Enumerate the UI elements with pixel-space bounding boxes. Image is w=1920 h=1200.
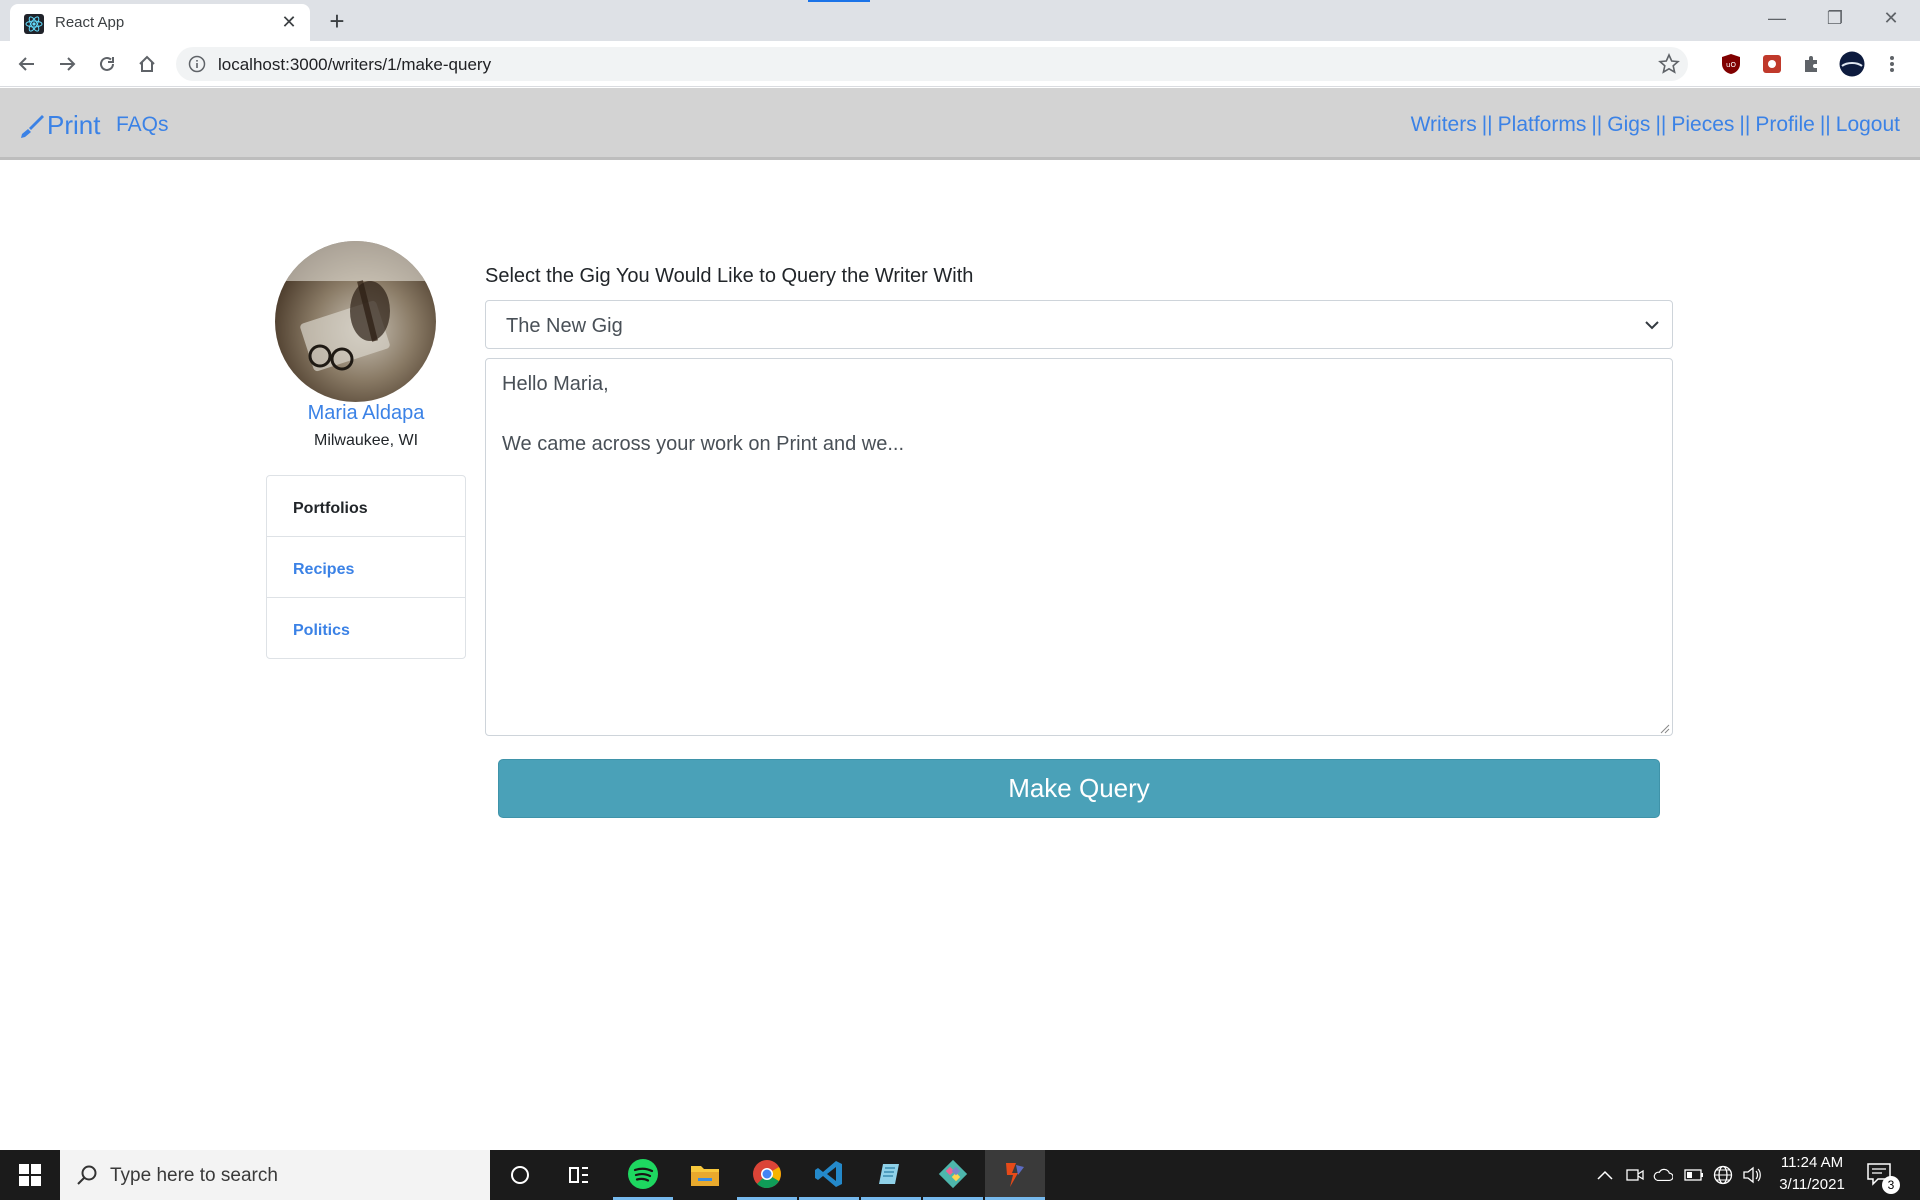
tab-close-icon[interactable]: ✕: [278, 11, 300, 33]
nav-gigs-link[interactable]: Gigs: [1607, 113, 1650, 136]
extensions-puzzle-icon[interactable]: [1799, 51, 1825, 77]
git-app-icon[interactable]: [923, 1150, 983, 1200]
nav-platforms-link[interactable]: Platforms: [1498, 113, 1587, 136]
nav-separator: ||: [1591, 113, 1603, 136]
chrome-icon[interactable]: [737, 1150, 797, 1200]
minimize-icon[interactable]: —: [1748, 0, 1806, 36]
vscode-icon[interactable]: [799, 1150, 859, 1200]
notification-count-badge: 3: [1882, 1176, 1900, 1194]
nav-separator: ||: [1655, 113, 1667, 136]
onedrive-cloud-icon[interactable]: [1653, 1165, 1673, 1185]
taskbar-search-placeholder: Type here to search: [110, 1165, 278, 1186]
portfolio-list-header: Portfolios: [267, 476, 465, 537]
show-hidden-icons-icon[interactable]: [1595, 1165, 1615, 1185]
portfolio-item-recipes[interactable]: Recipes: [267, 537, 465, 598]
terminal-app-icon[interactable]: [985, 1150, 1045, 1200]
browser-tab[interactable]: React App ✕: [10, 4, 310, 41]
nav-separator: ||: [1739, 113, 1751, 136]
portfolio-list: Portfolios Recipes Politics: [266, 475, 466, 659]
nav-separator: ||: [1819, 113, 1831, 136]
chrome-menu-icon[interactable]: [1879, 51, 1905, 77]
file-explorer-icon[interactable]: [675, 1150, 735, 1200]
taskbar-clock-time[interactable]: 11:24 AM: [1772, 1154, 1852, 1171]
task-view-icon[interactable]: [550, 1150, 610, 1200]
pen-icon: [21, 114, 44, 138]
writer-avatar: [275, 241, 436, 402]
restore-icon[interactable]: ❐: [1806, 0, 1864, 36]
browser-toolbar: localhost:3000/writers/1/make-query uO: [0, 41, 1920, 87]
nav-links: Writers || Platforms || Gigs || Pieces || Profil…: [1411, 113, 1900, 137]
windows-taskbar: Type here to search 11:24 AM 3/11/2021 3: [0, 1150, 1920, 1200]
url-text: localhost:3000/writers/1/make-query: [218, 55, 492, 74]
browser-tabstrip: React App ✕ + — ❐ ✕: [0, 0, 1920, 41]
writer-location: Milwaukee, WI: [313, 432, 419, 449]
site-info-icon[interactable]: [188, 55, 206, 73]
writer-name[interactable]: Maria Aldapa: [266, 402, 466, 425]
gig-select-label: Select the Gig You Would Like to Query t…: [485, 265, 974, 287]
reload-icon[interactable]: [91, 48, 123, 80]
resize-grip-icon[interactable]: [1658, 721, 1670, 734]
extension-red-icon[interactable]: [1759, 51, 1785, 77]
gig-select[interactable]: The New Gig: [485, 300, 1673, 349]
battery-icon[interactable]: [1684, 1165, 1704, 1185]
nav-writers-link[interactable]: Writers: [1411, 113, 1477, 136]
ublock-extension-icon[interactable]: uO: [1718, 51, 1744, 77]
query-message-line: We came across your work on Print and we…: [502, 433, 905, 455]
nav-logout-link[interactable]: Logout: [1836, 113, 1900, 136]
query-message-line: Hello Maria,: [502, 373, 609, 395]
tab-title: React App: [55, 14, 125, 31]
address-bar[interactable]: localhost:3000/writers/1/make-query: [176, 47, 1688, 81]
profile-avatar-icon[interactable]: [1839, 51, 1865, 77]
svg-text:uO: uO: [1726, 61, 1736, 69]
volume-icon[interactable]: [1742, 1165, 1762, 1185]
home-icon[interactable]: [131, 48, 163, 80]
taskbar-search-box[interactable]: Type here to search: [60, 1150, 490, 1200]
react-favicon-icon: [24, 14, 44, 34]
new-tab-icon[interactable]: +: [323, 8, 351, 36]
nav-faqs-link[interactable]: FAQs: [116, 113, 169, 137]
meet-now-icon[interactable]: [1625, 1165, 1645, 1185]
nav-pieces-link[interactable]: Pieces: [1671, 113, 1734, 136]
taskbar-clock-date[interactable]: 3/11/2021: [1772, 1176, 1852, 1193]
search-icon: [76, 1164, 98, 1186]
app-navbar: Print FAQs Writers || Platforms || Gigs || Pie…: [0, 88, 1920, 160]
brand-link[interactable]: Print: [18, 110, 100, 141]
gig-select-value: The New Gig: [506, 315, 623, 337]
query-message-textarea[interactable]: Hello Maria, We came across your work on…: [485, 358, 1673, 736]
brand-text: Print: [47, 110, 101, 140]
make-query-button[interactable]: Make Query: [498, 759, 1660, 818]
loading-indicator: [808, 0, 870, 2]
notepad-app-icon[interactable]: [861, 1150, 921, 1200]
portfolio-item-politics[interactable]: Politics: [267, 598, 465, 658]
nav-profile-link[interactable]: Profile: [1755, 113, 1815, 136]
nav-separator: ||: [1481, 113, 1493, 136]
forward-icon[interactable]: [51, 48, 83, 80]
spotify-icon[interactable]: [613, 1150, 673, 1200]
network-globe-icon[interactable]: [1713, 1165, 1733, 1185]
bookmark-star-icon[interactable]: [1658, 53, 1680, 75]
windows-start-icon[interactable]: [0, 1150, 60, 1200]
cortana-icon[interactable]: [490, 1150, 550, 1200]
window-close-icon[interactable]: ✕: [1862, 0, 1920, 36]
chevron-down-icon: [1644, 318, 1660, 332]
back-icon[interactable]: [11, 48, 43, 80]
